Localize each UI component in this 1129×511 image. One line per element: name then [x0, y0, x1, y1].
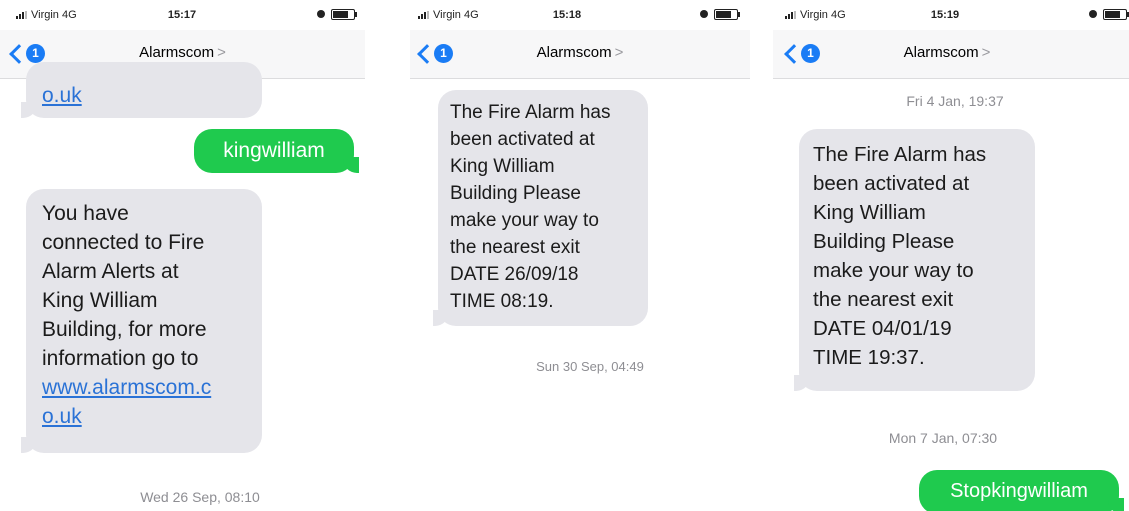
screenshot-2: Virgin 4G 15:18 1 Alarmscom > The Fire Al… — [410, 0, 750, 511]
battery-icon — [331, 8, 357, 20]
alarm-clock-icon — [1089, 10, 1097, 19]
signal-icon — [418, 11, 430, 20]
message-line: TIME 08:19. — [450, 291, 554, 312]
message-text: Stopkingwilliam — [950, 480, 1088, 502]
message-line: King William — [450, 156, 555, 177]
message-text: kingwilliam — [223, 139, 325, 162]
message-line: You have — [42, 202, 129, 225]
message-line: the nearest exit — [450, 237, 580, 258]
status-bar: Virgin 4G 15:19 — [773, 0, 1129, 30]
message-line: TIME 19:37. — [813, 346, 925, 369]
alarm-clock-icon — [700, 10, 708, 19]
chevron-right-icon: > — [217, 44, 226, 61]
message-bubble-incoming: You have connected to Fire Alarm Alerts … — [21, 189, 262, 453]
message-line: The Fire Alarm has — [450, 102, 611, 123]
carrier: Virgin 4G — [16, 9, 77, 21]
carrier: Virgin 4G — [785, 9, 846, 21]
status-time: 15:17 — [167, 9, 197, 21]
status-time: 15:18 — [552, 9, 582, 21]
message-line: connected to Fire — [42, 231, 205, 254]
message-bubble-incoming: The Fire Alarm has been activated at Kin… — [794, 129, 1035, 391]
message-line: make your way to — [450, 210, 599, 231]
message-timestamp: Wed 26 Sep, 08:10 — [140, 489, 260, 505]
message-line: Building Please — [450, 183, 581, 204]
status-bar: Virgin 4G 15:17 — [0, 0, 365, 30]
message-timestamp: Fri 4 Jan, 19:37 — [906, 93, 1004, 109]
message-line: DATE 04/01/19 — [813, 317, 952, 340]
message-link[interactable]: o.uk — [42, 402, 246, 431]
message-line: King William — [42, 289, 158, 312]
message-line: been activated at — [450, 129, 595, 150]
carrier: Virgin 4G — [418, 9, 479, 21]
conversation-header: 1 Alarmscom > — [773, 30, 1129, 79]
message-line: make your way to — [813, 259, 974, 282]
status-icons — [317, 8, 357, 20]
chevron-right-icon: > — [981, 44, 991, 61]
signal-icon — [16, 11, 28, 20]
message-line: information go to — [42, 347, 199, 370]
message-line: The Fire Alarm has — [813, 143, 987, 166]
screenshot-3: Virgin 4G 15:19 1 Alarmscom > Fri 4 Jan, … — [773, 0, 1129, 511]
contact-name-button[interactable]: Alarmscom > — [773, 44, 1129, 61]
message-line: the nearest exit — [813, 288, 954, 311]
screenshot-1: Virgin 4G 15:17 1 Alarmscom > o.uk kingwi… — [0, 0, 365, 511]
message-bubble-incoming: The Fire Alarm has been activated at Kin… — [433, 90, 648, 326]
alarm-clock-icon — [317, 10, 325, 19]
battery-icon — [1103, 8, 1129, 20]
message-line: DATE 26/09/18 — [450, 264, 579, 285]
battery-icon — [714, 8, 740, 20]
message-bubble-incoming: o.uk — [21, 62, 262, 118]
message-line: Building, for more — [42, 318, 207, 341]
conversation-header: 1 Alarmscom > — [410, 30, 750, 79]
contact-name-button[interactable]: Alarmscom > — [410, 44, 750, 61]
status-time: 15:19 — [930, 9, 960, 21]
message-line: been activated at — [813, 172, 970, 195]
message-line: Alarm Alerts at — [42, 260, 179, 283]
status-icons — [1089, 8, 1129, 20]
signal-icon — [785, 11, 797, 20]
message-line: Building Please — [813, 230, 955, 253]
status-icons — [700, 8, 740, 20]
message-line: King William — [813, 201, 926, 224]
contact-name-button[interactable]: Alarmscom > — [0, 44, 365, 61]
message-bubble-outgoing: Stopkingwilliam — [919, 470, 1124, 511]
message-link[interactable]: o.uk — [42, 81, 246, 110]
message-timestamp: Sun 30 Sep, 04:49 — [536, 359, 644, 374]
message-timestamp: Mon 7 Jan, 07:30 — [888, 430, 998, 446]
chevron-right-icon: > — [614, 44, 624, 61]
message-bubble-outgoing: kingwilliam — [194, 129, 359, 173]
status-bar: Virgin 4G 15:18 — [410, 0, 750, 30]
message-link[interactable]: www.alarmscom.c — [42, 373, 246, 402]
